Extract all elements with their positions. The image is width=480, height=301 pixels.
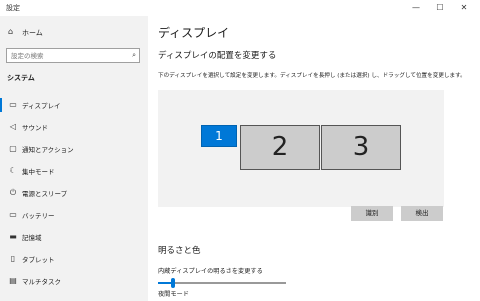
monitor-3[interactable]: 3	[321, 125, 401, 170]
search-input[interactable]	[11, 50, 121, 61]
search-icon[interactable]: ⌕	[132, 51, 136, 60]
detect-button[interactable]: 検出	[401, 206, 443, 221]
section-label: システム	[7, 74, 35, 82]
sidebar-item-label: 集中モード	[22, 168, 55, 176]
power-icon: ⏻	[9, 188, 17, 197]
sidebar-item-label: バッテリー	[22, 212, 55, 220]
focus-moon-icon: ☾	[9, 166, 17, 175]
settings-window: 設定 — ☐ ✕ ⌂ ホーム ⌕ システム ▭ ディスプレイ ◁ サウンド ▢ …	[0, 0, 480, 301]
home-icon: ⌂	[8, 27, 14, 36]
sidebar-item-label: 電源とスリープ	[22, 190, 68, 198]
tablet-icon: ▯	[10, 254, 16, 263]
brightness-slider[interactable]	[158, 278, 286, 288]
slider-track[interactable]	[158, 282, 286, 284]
sidebar-item-label: タブレット	[22, 256, 55, 264]
sidebar-item-label: サウンド	[22, 124, 48, 132]
brightness-label: 内蔵ディスプレイの明るさを変更する	[158, 268, 263, 275]
app-title: 設定	[6, 4, 20, 12]
title-bar: 設定 — ☐ ✕	[0, 0, 480, 16]
sidebar-item-label: 記憶域	[22, 234, 42, 242]
sidebar: ⌂ ホーム ⌕ システム ▭ ディスプレイ ◁ サウンド ▢ 通知とアクション …	[0, 16, 148, 301]
close-button[interactable]: ✕	[452, 0, 476, 16]
sidebar-item-power[interactable]: ⏻ 電源とスリープ	[0, 182, 148, 204]
monitor-1[interactable]: 1	[201, 125, 237, 147]
display-arrangement-area: 1 2 3	[158, 90, 444, 207]
sidebar-item-label: ディスプレイ	[22, 102, 61, 110]
maximize-button[interactable]: ☐	[428, 0, 452, 16]
brightness-heading: 明るさと色	[158, 246, 201, 256]
slider-thumb[interactable]	[171, 278, 176, 288]
home-label: ホーム	[22, 29, 43, 37]
monitor-2[interactable]: 2	[240, 125, 320, 170]
sidebar-item-tablet[interactable]: ▯ タブレット	[0, 248, 148, 270]
minimize-button[interactable]: —	[404, 0, 428, 16]
sidebar-item-battery[interactable]: ▭ バッテリー	[0, 204, 148, 226]
sidebar-item-notifications[interactable]: ▢ 通知とアクション	[0, 138, 148, 160]
identify-button[interactable]: 識別	[351, 206, 393, 221]
sidebar-item-storage[interactable]: ▬ 記憶域	[0, 226, 148, 248]
storage-icon: ▬	[9, 232, 17, 241]
sidebar-item-display[interactable]: ▭ ディスプレイ	[0, 94, 148, 116]
sidebar-item-sound[interactable]: ◁ サウンド	[0, 116, 148, 138]
display-icon: ▭	[9, 100, 17, 109]
sidebar-item-focus[interactable]: ☾ 集中モード	[0, 160, 148, 182]
multitask-icon: ▤	[9, 276, 17, 285]
search-box[interactable]: ⌕	[6, 48, 140, 63]
night-light-label: 夜間モード	[158, 291, 189, 298]
main-content: ディスプレイ ディスプレイの配置を変更する 下のディスプレイを選択して設定を変更…	[148, 16, 480, 301]
sidebar-item-label: マルチタスク	[22, 278, 61, 286]
battery-icon: ▭	[9, 210, 17, 219]
arrangement-description: 下のディスプレイを選択して設定を変更します。ディスプレイを長押し (または選択)…	[158, 73, 466, 79]
page-title: ディスプレイ	[158, 26, 230, 40]
home-link[interactable]: ⌂ ホーム	[0, 26, 148, 40]
nav-list: ▭ ディスプレイ ◁ サウンド ▢ 通知とアクション ☾ 集中モード ⏻ 電源と…	[0, 94, 148, 292]
sidebar-item-multitask[interactable]: ▤ マルチタスク	[0, 270, 148, 292]
arrangement-heading: ディスプレイの配置を変更する	[158, 51, 277, 61]
sound-icon: ◁	[9, 122, 17, 131]
notification-icon: ▢	[9, 144, 17, 153]
sidebar-item-label: 通知とアクション	[22, 146, 74, 154]
